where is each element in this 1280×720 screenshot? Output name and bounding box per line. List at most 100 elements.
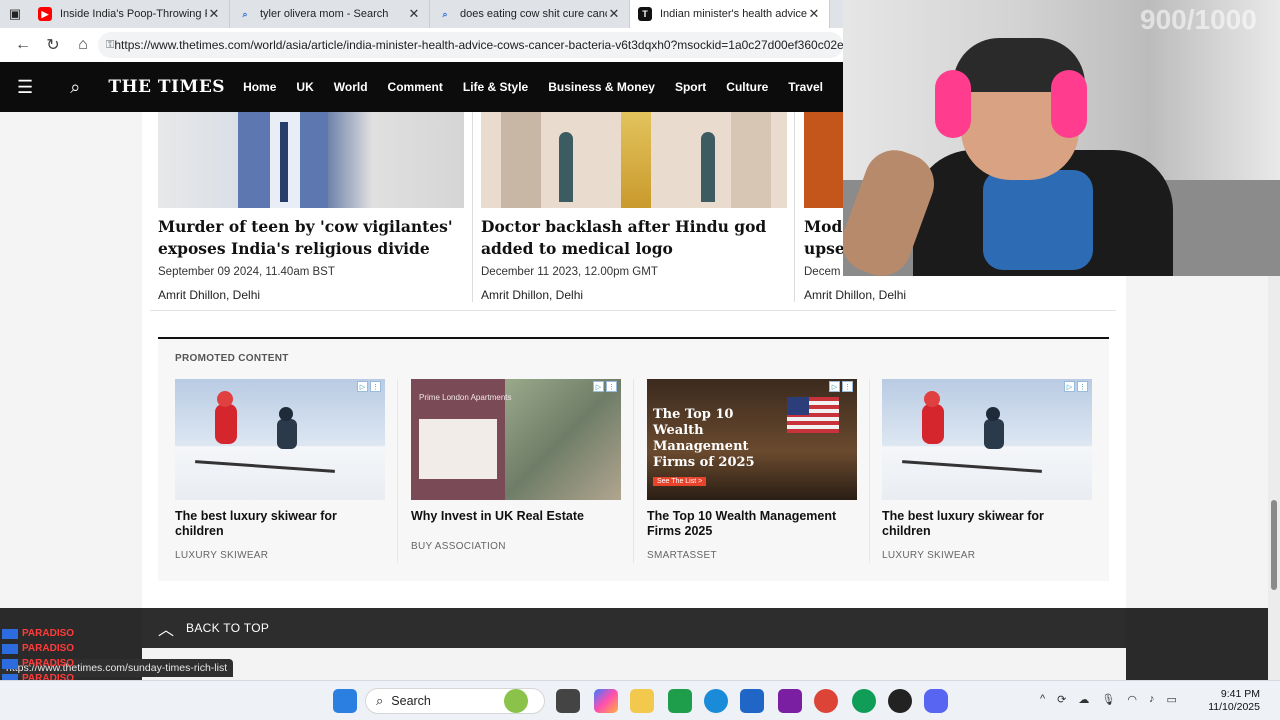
chat-row: PARADISO <box>0 641 200 656</box>
nav-world[interactable]: World <box>334 80 368 94</box>
promoted-item[interactable]: Prime London Apartments ▷ ⋮ Why Invest in… <box>411 379 621 552</box>
article-card[interactable]: Doctor backlash after Hindu god added to… <box>481 112 787 302</box>
taskbar-clock[interactable]: 9:41 PM 11/10/2025 <box>1208 688 1260 714</box>
url-field[interactable]: ⚿ https://www.thetimes.com/world/asia/ar… <box>98 32 843 58</box>
adchoices-icon[interactable]: ▷ ⋮ <box>1064 381 1088 392</box>
file-explorer-icon[interactable] <box>630 689 654 713</box>
chrome-icon[interactable] <box>814 689 838 713</box>
nav-uk[interactable]: UK <box>296 80 313 94</box>
nav-culture[interactable]: Culture <box>726 80 768 94</box>
section-divider <box>150 310 1116 311</box>
ad-title[interactable]: Why Invest in UK Real Estate <box>411 509 621 524</box>
browser-tab-strip: ▣ ▶ Inside India's Poop-Throwing Fes ✕ ⌕… <box>0 0 843 28</box>
close-tab-icon[interactable]: ✕ <box>807 6 821 22</box>
article-title[interactable]: Doctor backlash after Hindu god added to… <box>481 216 787 260</box>
close-tab-icon[interactable]: ✕ <box>207 6 221 22</box>
clock-date: 11/10/2025 <box>1208 701 1260 713</box>
chat-row: PARADISO <box>0 626 200 641</box>
adchoices-icon[interactable]: ▷ ⋮ <box>593 381 617 392</box>
edge-icon[interactable] <box>704 689 728 713</box>
site-logo[interactable]: THE TIMES <box>108 77 225 97</box>
battery-icon[interactable]: ▭ <box>1166 693 1176 706</box>
chat-username: PARADISO <box>22 658 75 669</box>
adchoices-icon[interactable]: ▷ ⋮ <box>829 381 853 392</box>
ad-source: LUXURY SKIWEAR <box>175 550 269 561</box>
sync-icon[interactable]: ⟳ <box>1057 693 1066 706</box>
ad-image[interactable]: Prime London Apartments ▷ ⋮ <box>411 379 621 500</box>
article-image[interactable] <box>481 112 787 208</box>
site-info-icon[interactable]: ⚿ <box>106 39 114 52</box>
ad-title[interactable]: The Top 10 Wealth Management Firms 2025 <box>647 509 857 539</box>
nav-life-style[interactable]: Life & Style <box>463 80 528 94</box>
search-icon: ⌕ <box>242 8 248 19</box>
promoted-item[interactable]: The Top 10 Wealth Management Firms of 20… <box>647 379 857 561</box>
article-date: September 09 2024, 11.40am BST <box>158 266 335 278</box>
article-title[interactable]: Modi upset <box>804 216 844 260</box>
article-title[interactable]: Murder of teen by 'cow vigilantes' expos… <box>158 216 464 260</box>
nav-travel[interactable]: Travel <box>788 80 823 94</box>
article-image[interactable] <box>804 112 844 208</box>
tab-actions-icon[interactable]: ▣ <box>0 0 30 28</box>
chevron-up-icon[interactable]: ^ <box>1040 693 1045 706</box>
widgets-icon[interactable] <box>504 689 528 713</box>
divider <box>633 379 634 563</box>
tab-title: Inside India's Poop-Throwing Fes <box>60 8 207 20</box>
taskbar-search-placeholder: Search <box>391 694 431 708</box>
chrome-profile-icon[interactable] <box>852 689 876 713</box>
chat-username: PARADISO <box>22 643 75 654</box>
nav-sport[interactable]: Sport <box>675 80 706 94</box>
promoted-content-block: PROMOTED CONTENT ▷ ⋮ The best luxury skiw… <box>158 337 1109 581</box>
tab-search-1[interactable]: ⌕ tyler olivera mom - Search ✕ <box>230 0 430 28</box>
ad-title[interactable]: The best luxury skiwear for children <box>882 509 1092 539</box>
ad-source: BUY ASSOCIATION <box>411 541 506 552</box>
adchoices-icon[interactable]: ▷ ⋮ <box>357 381 381 392</box>
close-tab-icon[interactable]: ✕ <box>407 6 421 22</box>
home-icon[interactable]: ⌂ <box>68 30 98 60</box>
wifi-icon[interactable]: ◠ <box>1127 693 1137 706</box>
tab-times-article[interactable]: T Indian minister's health advice: lic ✕ <box>630 0 830 28</box>
article-author: Amrit Dhillon, Delhi <box>158 288 261 302</box>
tab-youtube[interactable]: ▶ Inside India's Poop-Throwing Fes ✕ <box>30 0 230 28</box>
times-t-icon: T <box>638 7 652 21</box>
promoted-item[interactable]: ▷ ⋮ The best luxury skiwear for children … <box>882 379 1092 561</box>
scrollbar-thumb[interactable] <box>1271 500 1277 590</box>
back-to-top-button[interactable]: ︿ BACK TO TOP <box>142 608 1126 648</box>
app-icon[interactable] <box>778 689 802 713</box>
discord-icon[interactable] <box>924 689 948 713</box>
system-tray: ^ ⟳ ☁ 🎙 ◠ ♪ ▭ <box>1040 693 1177 706</box>
nav-comment[interactable]: Comment <box>388 80 443 94</box>
back-arrow-icon[interactable]: ← <box>8 30 38 60</box>
tab-title: tyler olivera mom - Search <box>260 8 389 20</box>
ad-image[interactable]: ▷ ⋮ <box>882 379 1092 500</box>
ad-source: SMARTASSET <box>647 550 717 561</box>
obs-icon[interactable] <box>888 689 912 713</box>
divider <box>794 112 795 302</box>
store-icon[interactable] <box>740 689 764 713</box>
nav-home[interactable]: Home <box>243 80 276 94</box>
nav-business-money[interactable]: Business & Money <box>548 80 655 94</box>
cloud-icon[interactable]: ☁ <box>1078 693 1089 706</box>
ad-image[interactable]: ▷ ⋮ <box>175 379 385 500</box>
task-view-icon[interactable] <box>556 689 580 713</box>
search-icon[interactable]: ⌕ <box>50 62 100 112</box>
article-author: Amrit Dhillon, Delhi <box>481 288 584 302</box>
copilot-icon[interactable] <box>594 689 618 713</box>
ad-image[interactable]: The Top 10 Wealth Management Firms of 20… <box>647 379 857 500</box>
reload-icon[interactable]: ↻ <box>38 30 68 60</box>
article-date: Decem <box>804 266 841 278</box>
microphone-icon[interactable]: 🎙 <box>1101 693 1115 706</box>
ad-title[interactable]: The best luxury skiwear for children <box>175 509 385 539</box>
tab-search-2[interactable]: ⌕ does eating cow shit cure cancer ✕ <box>430 0 630 28</box>
screen: ▣ ▶ Inside India's Poop-Throwing Fes ✕ ⌕… <box>0 0 1280 720</box>
article-image[interactable] <box>158 112 464 208</box>
url-text: https://www.thetimes.com/world/asia/arti… <box>114 38 843 52</box>
chat-row: PARADISO <box>0 656 200 671</box>
xbox-icon[interactable] <box>668 689 692 713</box>
close-tab-icon[interactable]: ✕ <box>607 6 621 22</box>
article-card[interactable]: Modi upset Decem <box>804 112 844 278</box>
article-card[interactable]: Murder of teen by 'cow vigilantes' expos… <box>158 112 464 302</box>
promoted-item[interactable]: ▷ ⋮ The best luxury skiwear for children … <box>175 379 385 561</box>
volume-icon[interactable]: ♪ <box>1149 693 1155 706</box>
hamburger-menu-icon[interactable]: ☰ <box>0 62 50 112</box>
start-icon[interactable] <box>333 689 357 713</box>
